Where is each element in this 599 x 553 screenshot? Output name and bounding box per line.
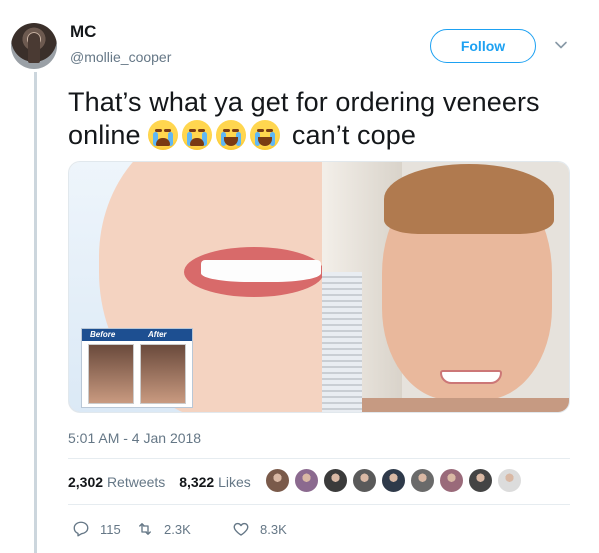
loudly-crying-face-icon	[148, 120, 179, 150]
tweet-text-part2: can’t cope	[291, 120, 416, 150]
retweet-count: 2.3K	[164, 521, 191, 537]
likes-stat[interactable]: 8,322 Likes	[179, 474, 251, 490]
liker-avatar[interactable]	[381, 468, 406, 493]
before-after-inset: Before After	[81, 328, 193, 408]
heart-icon	[233, 522, 249, 536]
reply-button[interactable]: 115	[72, 519, 121, 539]
media-image-selfie[interactable]	[322, 162, 569, 412]
liker-avatar[interactable]	[294, 468, 319, 493]
loudly-crying-face-icon	[182, 120, 213, 150]
tweet-timestamp[interactable]: 5:01 AM - 4 Jan 2018	[68, 430, 201, 446]
follow-button[interactable]: Follow	[430, 29, 536, 63]
tweet-stats: 2,302 Retweets 8,322 Likes	[68, 474, 251, 490]
divider	[68, 504, 570, 505]
retweet-icon	[139, 523, 151, 535]
avatar[interactable]	[11, 23, 57, 69]
liker-avatar[interactable]	[323, 468, 348, 493]
likes-label: Likes	[218, 474, 251, 490]
retweets-stat[interactable]: 2,302 Retweets	[68, 474, 165, 490]
liker-avatar[interactable]	[468, 468, 493, 493]
liker-avatar[interactable]	[497, 468, 522, 493]
display-name[interactable]: MC	[70, 22, 96, 42]
like-button[interactable]: 8.3K	[232, 519, 287, 539]
thread-line	[34, 72, 37, 553]
liker-avatar[interactable]	[410, 468, 435, 493]
retweets-label: Retweets	[106, 474, 166, 490]
face-with-tears-of-joy-icon	[216, 120, 247, 150]
liker-avatar[interactable]	[265, 468, 290, 493]
liker-avatar[interactable]	[352, 468, 377, 493]
reply-count: 115	[100, 521, 121, 537]
like-count: 8.3K	[260, 521, 287, 537]
user-handle[interactable]: @mollie_cooper	[70, 49, 171, 65]
tweet-media[interactable]: Before After	[68, 161, 570, 413]
media-image-advert[interactable]: Before After	[69, 162, 359, 412]
after-label: After	[148, 330, 167, 339]
likers-avatars	[265, 468, 525, 494]
liker-avatar[interactable]	[439, 468, 464, 493]
retweets-count: 2,302	[68, 474, 104, 490]
divider	[68, 458, 570, 459]
chevron-down-icon[interactable]	[554, 38, 568, 52]
reply-icon	[73, 521, 89, 537]
likes-count: 8,322	[179, 474, 215, 490]
face-with-tears-of-joy-icon	[250, 120, 281, 150]
retweet-button[interactable]: 2.3K	[136, 519, 191, 539]
tweet-text: That’s what ya get for ordering veneers …	[68, 86, 578, 152]
before-label: Before	[90, 330, 116, 339]
